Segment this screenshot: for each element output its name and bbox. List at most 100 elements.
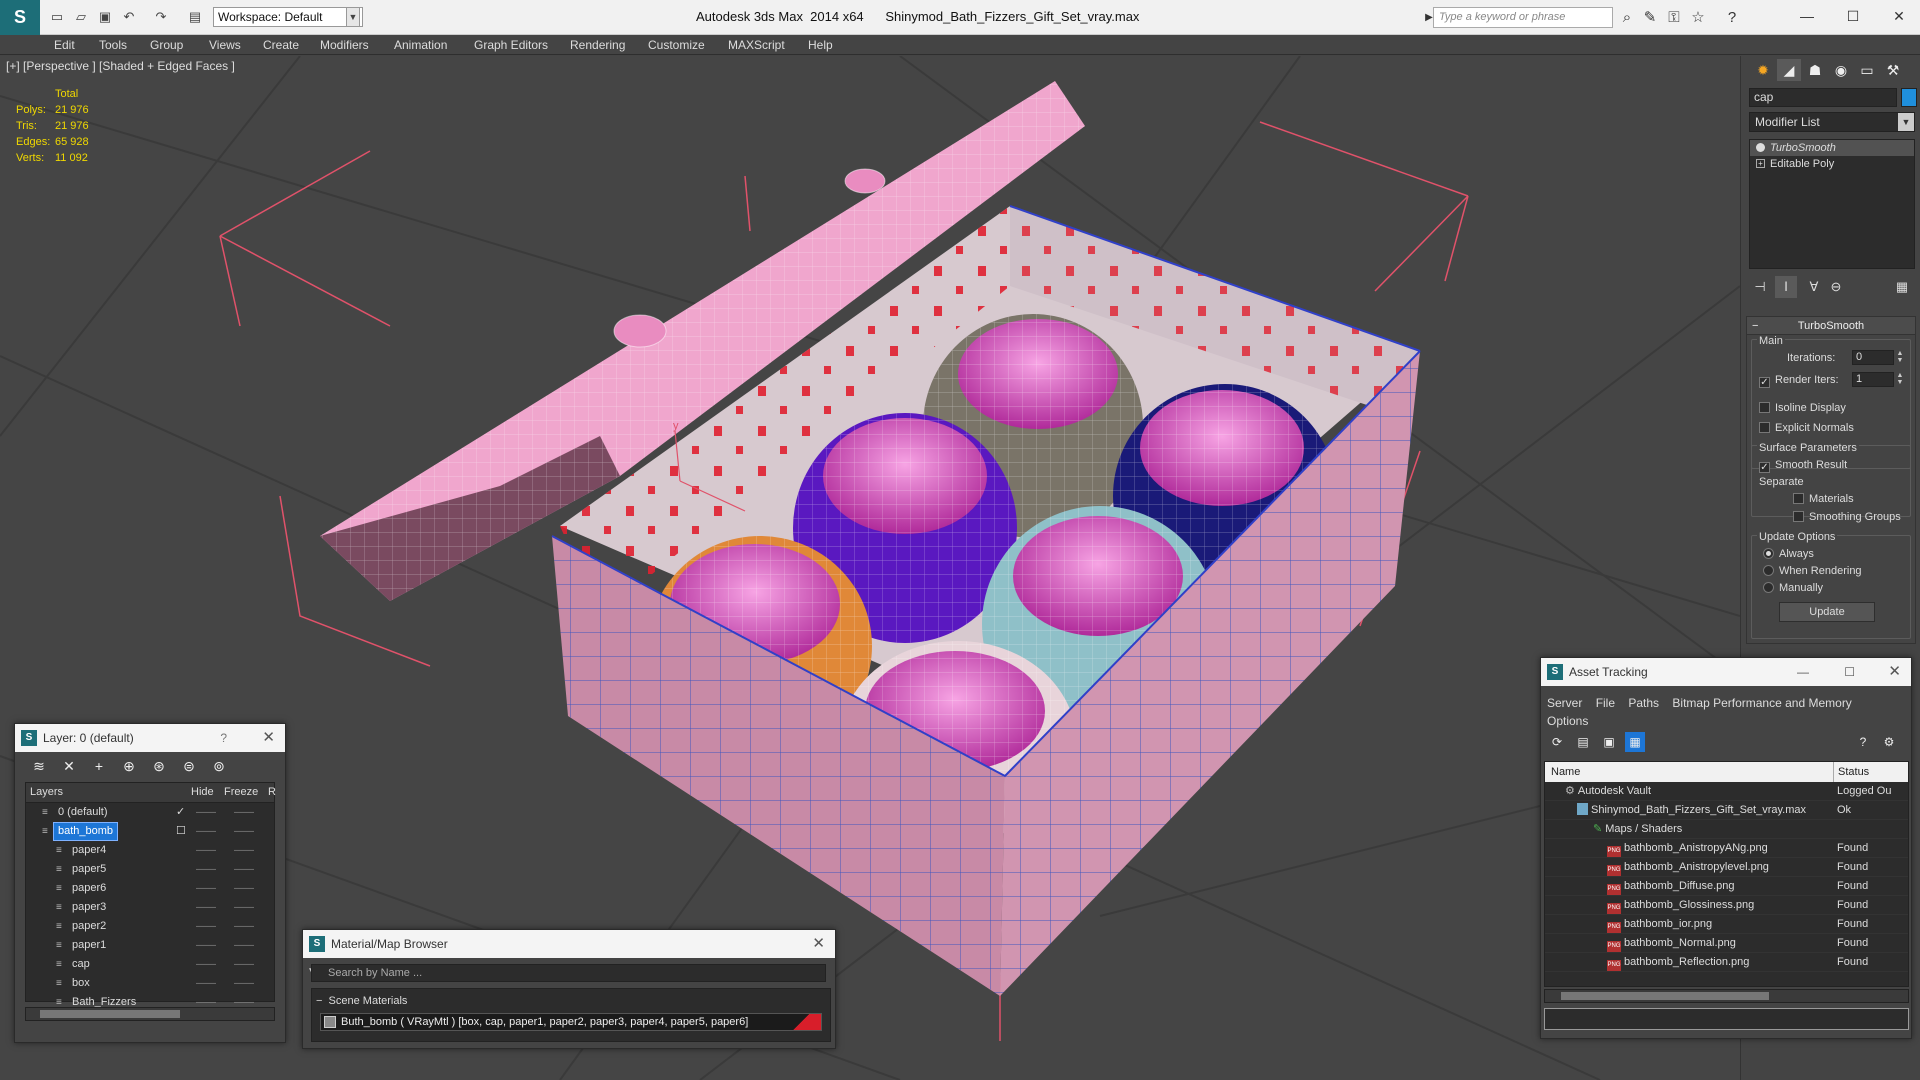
asset-row[interactable]: ✎ Maps / Shaders [1545, 820, 1908, 839]
stack-item-editable-poly[interactable]: + Editable Poly [1750, 156, 1914, 172]
freeze-toggle[interactable]: —— [234, 860, 254, 879]
at-menu-server[interactable]: Server [1547, 696, 1582, 710]
update-always-radio[interactable]: Always [1763, 548, 1814, 560]
layer-row[interactable]: ≡ paper2 —— —— [26, 917, 274, 936]
layer-row[interactable]: ≡ paper1 —— —— [26, 936, 274, 955]
layer-name[interactable]: paper1 [68, 937, 110, 954]
show-end-result-icon[interactable]: Ⅰ [1775, 276, 1797, 298]
hide-toggle[interactable]: —— [196, 841, 216, 860]
menu-rendering[interactable]: Rendering [570, 38, 625, 52]
object-name-field[interactable]: cap [1749, 88, 1897, 107]
table-view-icon[interactable]: ▦ [1625, 732, 1645, 752]
pin-stack-icon[interactable]: ⊣ [1749, 276, 1771, 298]
configure-modifier-sets-icon[interactable]: ▦ [1891, 276, 1913, 298]
thumbnail-view-icon[interactable]: ▣ [1599, 732, 1619, 752]
layer-name[interactable]: box [68, 975, 94, 992]
menu-animation[interactable]: Animation [394, 38, 447, 52]
maximize-icon[interactable]: ☐ [1838, 4, 1868, 28]
close-icon[interactable]: ✕ [262, 724, 275, 752]
layer-row[interactable]: ≡ box —— —— [26, 974, 274, 993]
update-when-rendering-radio[interactable]: When Rendering [1763, 565, 1862, 577]
freeze-toggle[interactable]: —— [234, 879, 254, 898]
active-layer-check-icon[interactable]: ✓ [176, 803, 185, 822]
modifier-list-dropdown[interactable]: Modifier List ▼ [1749, 112, 1915, 132]
col-name[interactable]: Name [1551, 762, 1580, 782]
project-folder-icon[interactable]: ▤ [186, 8, 204, 26]
layer-window-titlebar[interactable]: S Layer: 0 (default) ? ✕ [15, 724, 285, 752]
asset-row[interactable]: PNG bathbomb_Diffuse.png Found [1545, 877, 1908, 896]
list-view-icon[interactable]: ▤ [1573, 732, 1593, 752]
menu-modifiers[interactable]: Modifiers [320, 38, 369, 52]
asset-row[interactable]: PNG bathbomb_ior.png Found [1545, 915, 1908, 934]
menu-create[interactable]: Create [263, 38, 299, 52]
layer-row[interactable]: ≡ paper4 —— —— [26, 841, 274, 860]
utilities-tab-icon[interactable]: ⚒ [1881, 59, 1905, 81]
scene-materials-section[interactable]: − Scene Materials [316, 995, 407, 1007]
object-color-swatch[interactable] [1901, 88, 1917, 107]
asset-path-field[interactable] [1544, 1008, 1909, 1030]
hide-toggle[interactable]: —— [196, 822, 216, 841]
hierarchy-tab-icon[interactable]: ☗ [1803, 59, 1827, 81]
save-file-icon[interactable]: ▣ [96, 8, 114, 26]
col-hide[interactable]: Hide [191, 786, 214, 798]
subscription-icon[interactable]: ⚿ [1664, 8, 1684, 28]
app-logo-icon[interactable]: S [0, 0, 40, 35]
menu-customize[interactable]: Customize [648, 38, 705, 52]
hide-toggle[interactable]: —— [196, 955, 216, 974]
asset-tracking-titlebar[interactable]: S Asset Tracking — ☐ ✕ [1541, 658, 1911, 686]
freeze-toggle[interactable]: —— [234, 974, 254, 993]
motion-tab-icon[interactable]: ◉ [1829, 59, 1853, 81]
create-tab-icon[interactable]: ✹ [1751, 59, 1775, 81]
search-input[interactable]: Type a keyword or phrase [1433, 7, 1613, 28]
layer-row[interactable]: ≡ paper3 —— —— [26, 898, 274, 917]
asset-row[interactable]: ⚙ Autodesk Vault Logged Ou [1545, 782, 1908, 801]
asset-row[interactable]: PNG bathbomb_Normal.png Found [1545, 934, 1908, 953]
menu-tools[interactable]: Tools [99, 38, 127, 52]
layer-active-box-icon[interactable]: ☐ [176, 822, 186, 841]
layer-row[interactable]: ≡ bath_bomb ☐ —— —— [26, 822, 274, 841]
render-iters-spinner[interactable]: 1 ▲ ▼ [1852, 372, 1903, 387]
close-icon[interactable]: ✕ [1888, 658, 1901, 686]
layer-name[interactable]: paper5 [68, 861, 110, 878]
layer-name[interactable]: 0 (default) [54, 804, 112, 821]
close-icon[interactable]: ✕ [1884, 4, 1914, 28]
layer-name[interactable]: bath_bomb [52, 822, 119, 841]
asset-row[interactable]: PNG bathbomb_Reflection.png Found [1545, 953, 1908, 972]
make-unique-icon[interactable]: ∀ [1803, 276, 1825, 298]
favorites-star-icon[interactable]: ☆ [1688, 8, 1708, 28]
separate-smoothing-groups-checkbox[interactable]: Smoothing Groups [1793, 511, 1901, 523]
modify-tab-icon[interactable]: ◢ [1777, 59, 1801, 81]
help-icon[interactable]: ? [1853, 732, 1873, 752]
lightbulb-icon[interactable] [1756, 143, 1765, 152]
hide-toggle[interactable]: —— [196, 860, 216, 879]
col-status[interactable]: Status [1833, 762, 1869, 782]
layer-name[interactable]: paper4 [68, 842, 110, 859]
menu-maxscript[interactable]: MAXScript [728, 38, 785, 52]
asset-row[interactable]: PNG bathbomb_Glossiness.png Found [1545, 896, 1908, 915]
hide-toggle[interactable]: —— [196, 879, 216, 898]
layer-horizontal-scrollbar[interactable] [25, 1007, 275, 1021]
hide-toggle[interactable]: —— [196, 936, 216, 955]
at-menu-bitmap-performance[interactable]: Bitmap Performance and Memory [1672, 696, 1851, 710]
layer-name[interactable]: paper6 [68, 880, 110, 897]
smooth-result-checkbox[interactable]: ✓ Smooth Result [1759, 459, 1847, 473]
freeze-toggle[interactable]: —— [234, 803, 254, 822]
layer-row[interactable]: ≡ 0 (default) ✓ —— —— [26, 803, 274, 822]
at-menu-paths[interactable]: Paths [1628, 696, 1659, 710]
hide-toggle[interactable]: —— [196, 917, 216, 936]
menu-views[interactable]: Views [209, 38, 241, 52]
turbosmooth-rollout-header[interactable]: − TurboSmooth [1747, 317, 1915, 335]
separate-materials-checkbox[interactable]: Materials [1793, 493, 1854, 505]
explicit-normals-checkbox[interactable]: Explicit Normals [1759, 422, 1854, 434]
new-file-icon[interactable]: ▭ [48, 8, 66, 26]
col-freeze[interactable]: Freeze [224, 786, 258, 798]
material-browser-titlebar[interactable]: S Material/Map Browser ✕ [303, 930, 835, 958]
material-item-buth-bomb[interactable]: Buth_bomb ( VRayMtl ) [box, cap, paper1,… [320, 1013, 822, 1031]
minimize-icon[interactable]: — [1792, 4, 1822, 28]
layer-row[interactable]: ≡ paper6 —— —— [26, 879, 274, 898]
asset-row[interactable]: PNG bathbomb_Anistropylevel.png Found [1545, 858, 1908, 877]
menu-group[interactable]: Group [150, 38, 183, 52]
help-icon[interactable]: ? [1722, 8, 1742, 28]
menu-edit[interactable]: Edit [54, 38, 75, 52]
layer-row[interactable]: ≡ paper5 —— —— [26, 860, 274, 879]
